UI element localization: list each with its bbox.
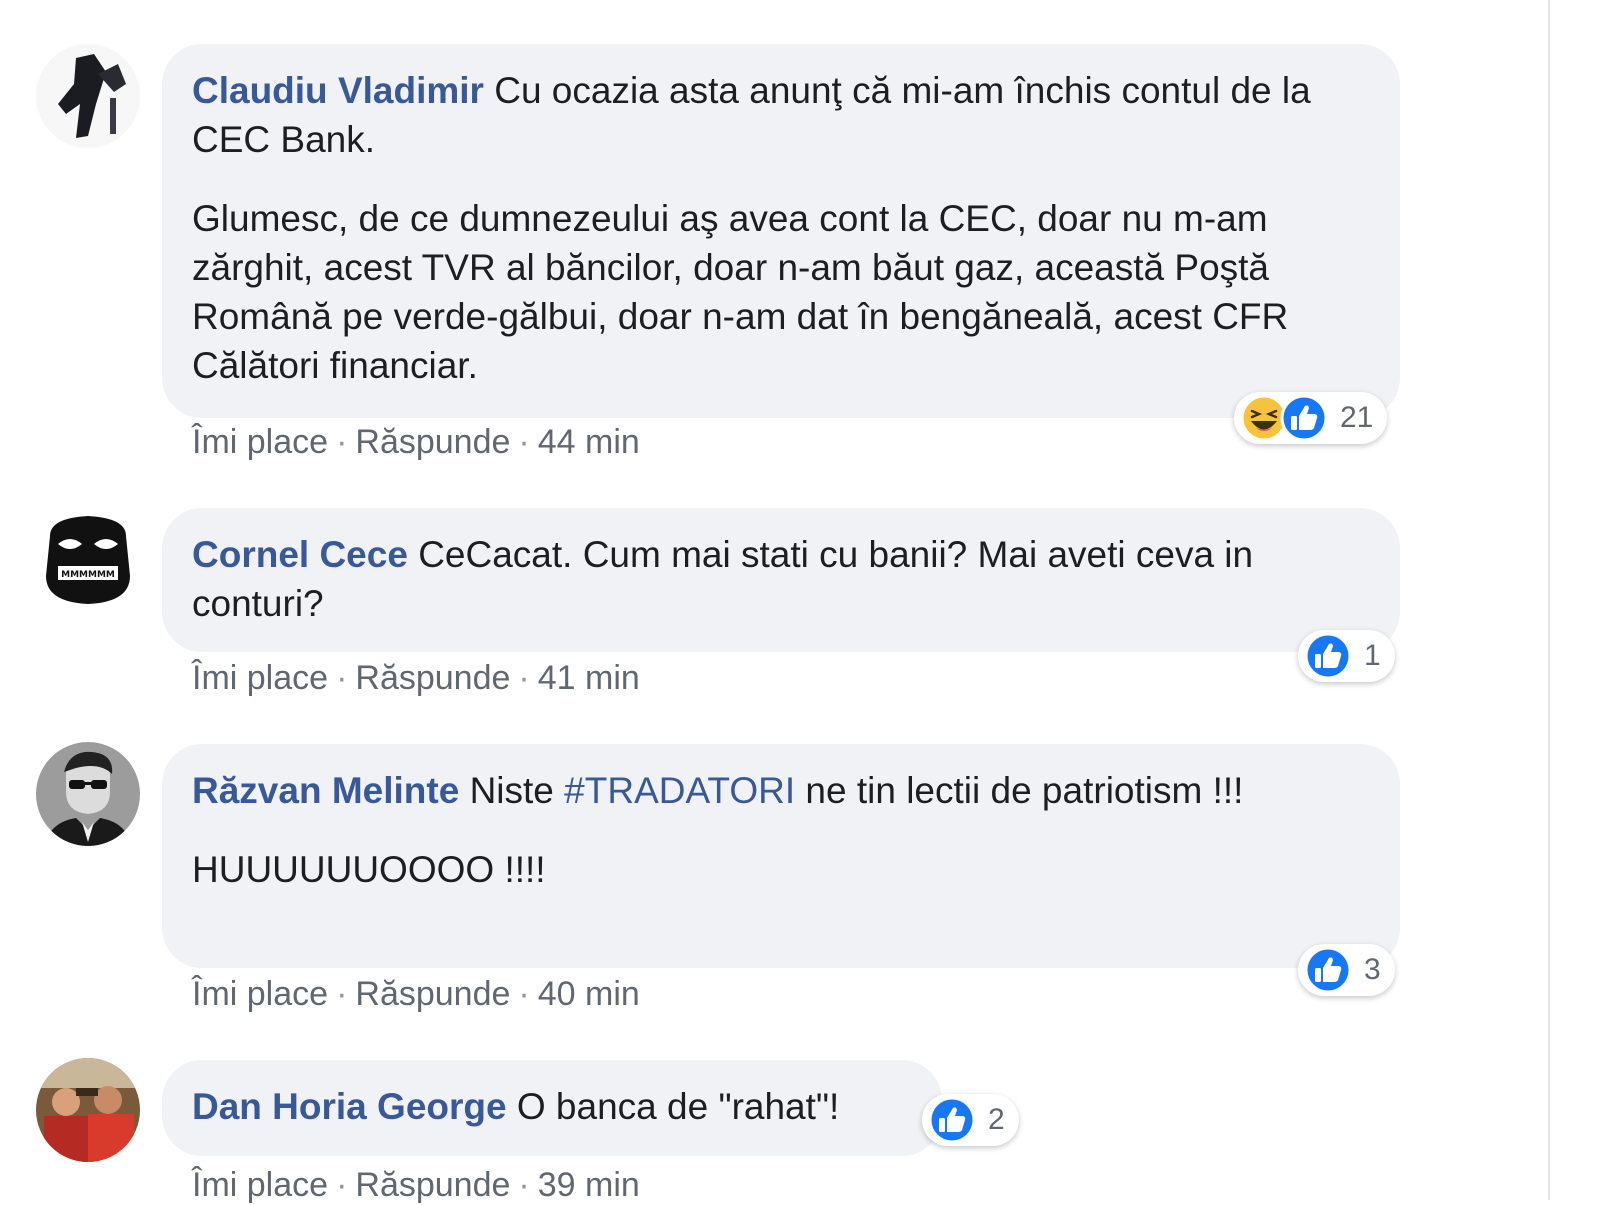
separator: · (518, 423, 530, 461)
comment-body-second: Glumesc, de ce dumnezeului aş avea cont … (192, 198, 1289, 386)
separator: · (336, 975, 348, 1013)
like-link[interactable]: Îmi place (192, 1166, 328, 1204)
comment-text: Dan Horia George O banca de "rahat"! (192, 1082, 912, 1131)
reaction-count: 2 (988, 1103, 1005, 1136)
comment-actions: Îmi place · Răspunde · 40 min (192, 975, 640, 1014)
avatar[interactable]: MMMMMM (36, 506, 140, 610)
comment-actions: Îmi place · Răspunde · 44 min (192, 423, 640, 462)
comment-bubble: Cornel Cece CeCacat. Cum mai stati cu ba… (162, 508, 1400, 652)
comment-bubble: Claudiu Vladimir Cu ocazia asta anunţ că… (162, 44, 1400, 418)
like-icon (1280, 394, 1328, 442)
separator: · (336, 659, 348, 697)
comment-author[interactable]: Dan Horia George (192, 1086, 507, 1127)
comment-actions: Îmi place · Răspunde · 41 min (192, 659, 640, 698)
reactions-summary[interactable]: 2 (922, 1094, 1019, 1146)
like-icon (928, 1096, 976, 1144)
separator: · (518, 1166, 530, 1204)
separator: · (518, 659, 530, 697)
comment-timestamp[interactable]: 44 min (538, 423, 640, 461)
separator: · (336, 423, 348, 461)
comment-body: Niste (469, 770, 554, 811)
reaction-count: 3 (1364, 953, 1381, 986)
like-link[interactable]: Îmi place (192, 659, 328, 697)
comment-author[interactable]: Claudiu Vladimir (192, 70, 484, 111)
avatar[interactable] (36, 44, 140, 148)
avatar[interactable] (36, 1058, 140, 1162)
comment-bubble: Răzvan Melinte Niste #TRADATORI ne tin l… (162, 744, 1400, 968)
avatar[interactable] (36, 742, 140, 846)
separator: · (336, 1166, 348, 1204)
comment-body-continued: ne tin lectii de patriotism !!! (805, 770, 1244, 811)
scrollbar-track[interactable] (1548, 0, 1550, 1200)
hashtag-link[interactable]: #TRADATORI (564, 770, 795, 811)
like-icon (1304, 946, 1352, 994)
comment-text: Claudiu Vladimir Cu ocazia asta anunţ că… (192, 66, 1370, 164)
reply-link[interactable]: Răspunde (355, 975, 510, 1013)
separator: · (518, 975, 530, 1013)
comment-body-second: HUUUUUUOOOO !!!! (192, 849, 546, 890)
comment-text: Răzvan Melinte Niste #TRADATORI ne tin l… (192, 766, 1370, 815)
reactions-summary[interactable]: 3 (1298, 944, 1395, 996)
comment-author[interactable]: Răzvan Melinte (192, 770, 459, 811)
reply-link[interactable]: Răspunde (355, 423, 510, 461)
like-link[interactable]: Îmi place (192, 975, 328, 1013)
comment-timestamp[interactable]: 40 min (538, 975, 640, 1013)
reactions-summary[interactable]: 21 (1234, 392, 1388, 444)
comment-author[interactable]: Cornel Cece (192, 534, 408, 575)
avatar-image (36, 44, 140, 148)
comment-timestamp[interactable]: 41 min (538, 659, 640, 697)
comment-timestamp[interactable]: 39 min (538, 1166, 640, 1204)
avatar-image (36, 1058, 140, 1162)
reply-link[interactable]: Răspunde (355, 1166, 510, 1204)
comment-body: O banca de "rahat"! (516, 1086, 840, 1127)
reactions-summary[interactable]: 1 (1298, 630, 1395, 682)
avatar-image (36, 742, 140, 846)
comment-bubble: Dan Horia George O banca de "rahat"! (162, 1060, 942, 1156)
like-icon (1304, 632, 1352, 680)
reaction-count: 21 (1340, 401, 1374, 434)
comment-actions: Îmi place · Răspunde · 39 min (192, 1166, 640, 1205)
svg-text:MMMMMM: MMMMMM (61, 570, 115, 580)
reaction-count: 1 (1364, 639, 1381, 672)
comment-text: Cornel Cece CeCacat. Cum mai stati cu ba… (192, 530, 1370, 628)
reply-link[interactable]: Răspunde (355, 659, 510, 697)
avatar-image: MMMMMM (36, 506, 140, 610)
like-link[interactable]: Îmi place (192, 423, 328, 461)
